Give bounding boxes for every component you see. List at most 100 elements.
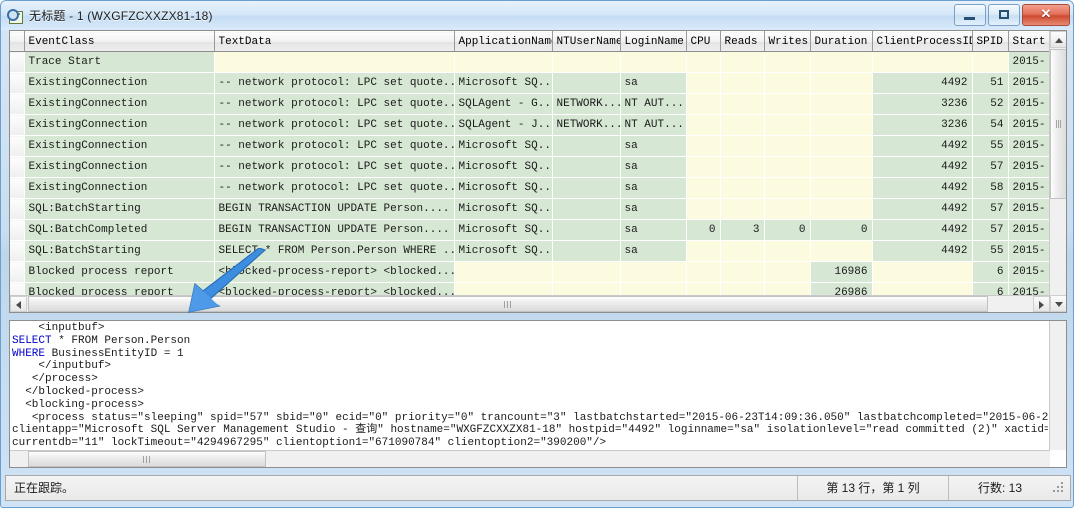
cell-start[interactable]: 2015- [1008, 219, 1050, 241]
row-selector[interactable] [10, 177, 25, 199]
row-selector[interactable] [10, 219, 25, 241]
trace-events-grid[interactable]: EventClass TextData ApplicationName NTUserN… [9, 30, 1067, 313]
cell-clientprocessid[interactable]: 4492 [872, 198, 973, 220]
cell-applicationname[interactable] [454, 261, 553, 283]
column-header-cpu[interactable]: CPU [686, 31, 721, 52]
table-row[interactable]: SQL:BatchCompleted BEGIN TRANSACTION UPDA… [10, 219, 1050, 241]
detail-horizontal-scrollbar[interactable] [10, 450, 1050, 467]
row-selector[interactable] [10, 240, 25, 262]
cell-loginname[interactable]: NT AUT... [620, 93, 687, 115]
grid-vscroll-thumb[interactable] [1050, 49, 1066, 199]
cell-eventclass[interactable]: ExistingConnection [24, 177, 215, 199]
grid-hscroll-thumb[interactable] [28, 296, 988, 312]
column-header-duration[interactable]: Duration [810, 31, 873, 52]
cell-reads[interactable] [720, 135, 765, 157]
column-header-writes[interactable]: Writes [764, 31, 811, 52]
maximize-button[interactable] [988, 4, 1020, 26]
table-row[interactable]: ExistingConnection -- network protocol: L… [10, 72, 1050, 94]
cell-textdata[interactable]: -- network protocol: LPC set quote... [214, 156, 455, 178]
cell-ntusername[interactable] [552, 72, 621, 94]
cell-duration[interactable] [810, 177, 873, 199]
cell-ntusername[interactable] [552, 219, 621, 241]
table-row[interactable]: Trace Start 2015- [10, 51, 1050, 73]
table-row[interactable]: SQL:BatchStarting BEGIN TRANSACTION UPDAT… [10, 198, 1050, 220]
cell-eventclass[interactable]: Blocked process report [24, 261, 215, 283]
cell-textdata[interactable] [214, 51, 455, 73]
resize-grip-icon[interactable] [1051, 480, 1067, 496]
cell-clientprocessid[interactable]: 4492 [872, 135, 973, 157]
cell-applicationname[interactable]: Microsoft SQ... [454, 135, 553, 157]
minimize-button[interactable] [954, 4, 986, 26]
cell-textdata[interactable]: BEGIN TRANSACTION UPDATE Person.... [214, 198, 455, 220]
table-row[interactable]: ExistingConnection -- network protocol: L… [10, 114, 1050, 136]
cell-spid[interactable]: 51 [972, 72, 1009, 94]
scroll-up-button[interactable] [1050, 31, 1066, 48]
cell-writes[interactable] [764, 198, 811, 220]
cell-reads[interactable] [720, 93, 765, 115]
cell-clientprocessid[interactable] [872, 261, 973, 283]
cell-reads[interactable] [720, 51, 765, 73]
cell-ntusername[interactable] [552, 198, 621, 220]
cell-loginname[interactable]: sa [620, 135, 687, 157]
cell-spid[interactable]: 6 [972, 261, 1009, 283]
cell-eventclass[interactable]: SQL:BatchCompleted [24, 219, 215, 241]
cell-ntusername[interactable] [552, 240, 621, 262]
cell-duration[interactable] [810, 135, 873, 157]
cell-duration[interactable] [810, 93, 873, 115]
cell-spid[interactable]: 52 [972, 93, 1009, 115]
column-header-applicationname[interactable]: ApplicationName [454, 31, 553, 52]
cell-duration[interactable] [810, 198, 873, 220]
cell-eventclass[interactable]: Trace Start [24, 51, 215, 73]
grid-vertical-scrollbar[interactable] [1049, 31, 1066, 312]
cell-loginname[interactable] [620, 261, 687, 283]
cell-start[interactable]: 2015- [1008, 156, 1050, 178]
cell-applicationname[interactable]: Microsoft SQ... [454, 198, 553, 220]
cell-ntusername[interactable] [552, 51, 621, 73]
cell-duration[interactable] [810, 51, 873, 73]
cell-duration[interactable] [810, 72, 873, 94]
cell-applicationname[interactable]: Microsoft SQ... [454, 240, 553, 262]
table-row[interactable]: Blocked process report <blocked-process-r… [10, 261, 1050, 283]
cell-loginname[interactable]: sa [620, 198, 687, 220]
cell-clientprocessid[interactable]: 4492 [872, 219, 973, 241]
cell-cpu[interactable] [686, 156, 721, 178]
column-header-loginname[interactable]: LoginName [620, 31, 687, 52]
table-row[interactable]: ExistingConnection -- network protocol: L… [10, 177, 1050, 199]
cell-duration[interactable] [810, 156, 873, 178]
table-row[interactable]: SQL:BatchStarting SELECT * FROM Person.Pe… [10, 240, 1050, 262]
cell-spid[interactable]: 58 [972, 177, 1009, 199]
cell-clientprocessid[interactable]: 4492 [872, 72, 973, 94]
cell-cpu[interactable] [686, 135, 721, 157]
cell-eventclass[interactable]: ExistingConnection [24, 72, 215, 94]
cell-applicationname[interactable]: Microsoft SQ... [454, 72, 553, 94]
cell-cpu[interactable] [686, 240, 721, 262]
event-detail-pane[interactable]: <inputbuf> SELECT * FROM Person.Person WHE… [9, 320, 1067, 468]
cell-applicationname[interactable]: Microsoft SQ... [454, 156, 553, 178]
cell-cpu[interactable] [686, 51, 721, 73]
cell-cpu[interactable] [686, 198, 721, 220]
cell-start[interactable]: 2015- [1008, 51, 1050, 73]
cell-textdata[interactable]: -- network protocol: LPC set quote... [214, 135, 455, 157]
cell-ntusername[interactable] [552, 177, 621, 199]
cell-reads[interactable] [720, 72, 765, 94]
row-selector[interactable] [10, 135, 25, 157]
row-selector[interactable] [10, 156, 25, 178]
cell-cpu[interactable] [686, 93, 721, 115]
cell-reads[interactable] [720, 261, 765, 283]
scroll-down-button[interactable] [1050, 295, 1066, 312]
cell-loginname[interactable]: sa [620, 219, 687, 241]
cell-writes[interactable] [764, 51, 811, 73]
cell-loginname[interactable]: sa [620, 156, 687, 178]
cell-spid[interactable]: 57 [972, 156, 1009, 178]
cell-textdata[interactable]: -- network protocol: LPC set quote... [214, 177, 455, 199]
cell-cpu[interactable] [686, 261, 721, 283]
column-header-textdata[interactable]: TextData [214, 31, 455, 52]
cell-writes[interactable] [764, 240, 811, 262]
cell-loginname[interactable] [620, 51, 687, 73]
cell-eventclass[interactable]: ExistingConnection [24, 114, 215, 136]
column-header-spid[interactable]: SPID [972, 31, 1009, 52]
cell-duration[interactable] [810, 240, 873, 262]
cell-eventclass[interactable]: ExistingConnection [24, 156, 215, 178]
row-selector[interactable] [10, 93, 25, 115]
cell-spid[interactable]: 54 [972, 114, 1009, 136]
